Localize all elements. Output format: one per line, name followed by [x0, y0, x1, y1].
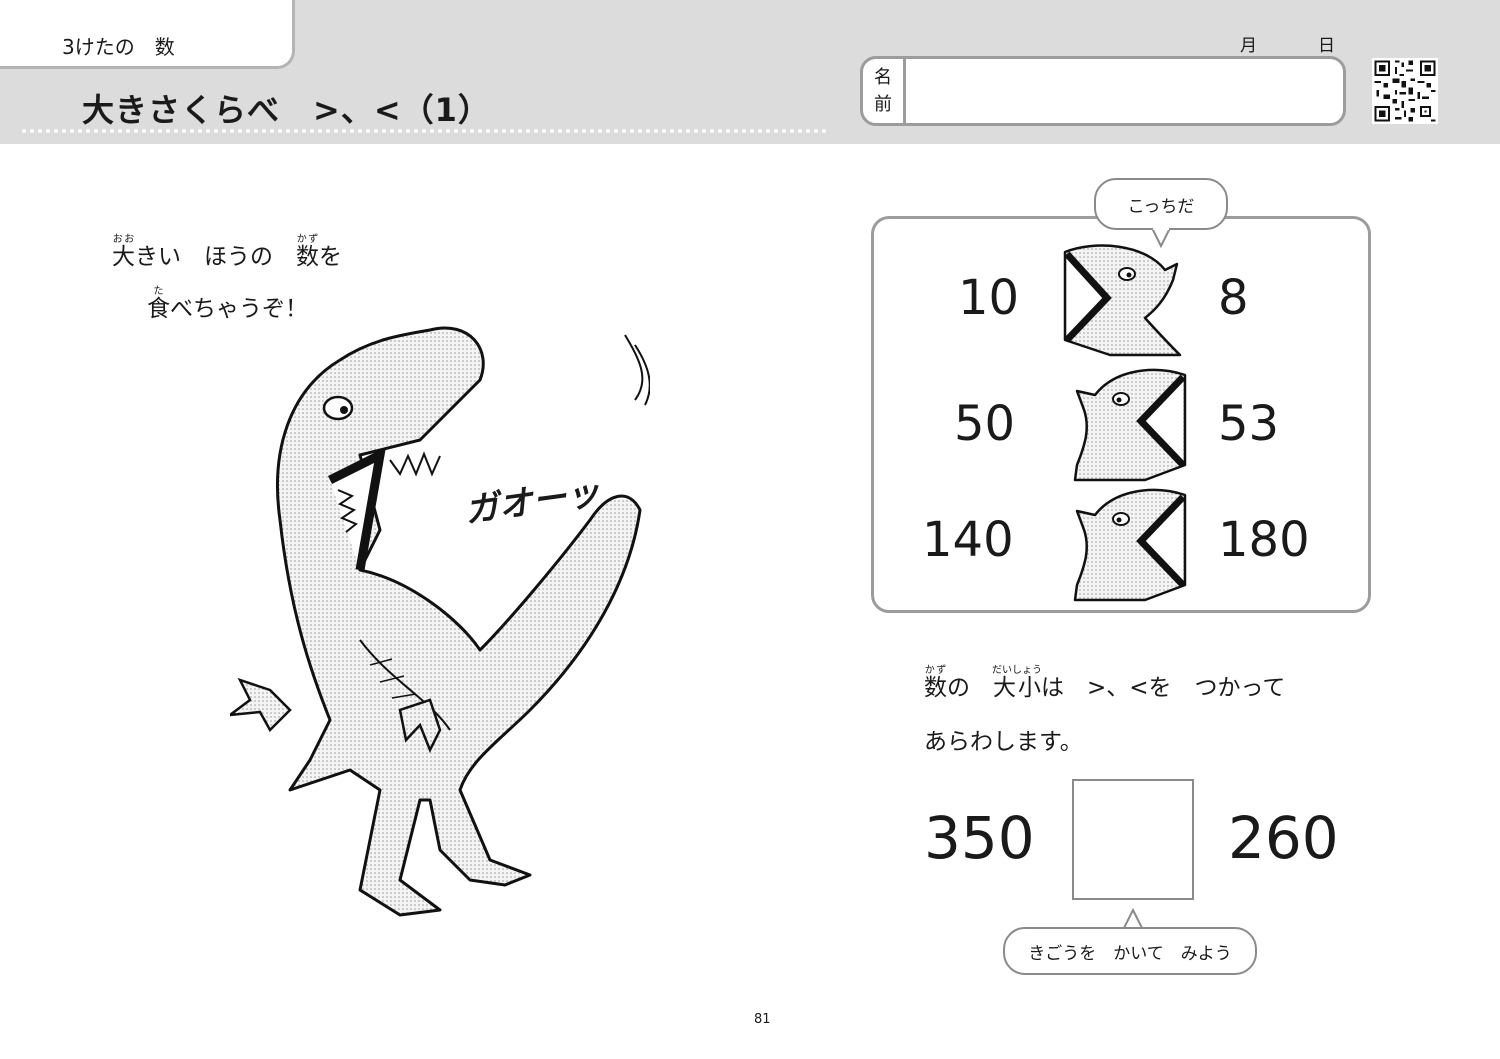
intro-ruby: 大おお: [112, 234, 135, 270]
dinosaur-illustration: [230, 326, 650, 917]
name-label-char: 前: [874, 94, 892, 115]
dino-head-greater-than-icon: [1063, 244, 1182, 357]
rule-ruby: 大小だいしょう: [992, 665, 1042, 701]
dino-head-less-than-icon: [1073, 488, 1187, 602]
rule-ruby: 数かず: [924, 665, 947, 701]
exercise-right-number: 260: [1228, 804, 1339, 872]
speech-bubble-kocchida: こっちだ: [1094, 178, 1228, 230]
example-left-number: 50: [954, 396, 1016, 452]
example-right-number: 8: [1218, 270, 1249, 326]
qr-code-icon[interactable]: [1372, 58, 1438, 124]
name-field[interactable]: 名 前: [860, 56, 1346, 126]
title-dotted-rule: [22, 129, 827, 133]
example-left-number: 10: [958, 270, 1020, 326]
example-right-number: 53: [1218, 396, 1280, 452]
intro-text: を: [319, 244, 342, 270]
exercise-left-number: 350: [924, 804, 1035, 872]
intro-line-1: 大おおきい ほうの 数かずを: [112, 234, 342, 271]
speech-bubble-hint: きごうを かいて みよう: [1003, 927, 1257, 975]
intro-text: きい ほうの: [135, 244, 296, 270]
dino-head-less-than-icon: [1073, 368, 1187, 482]
example-right-number: 180: [1218, 512, 1310, 568]
rule-text: は >、<を つかって: [1041, 675, 1286, 701]
example-left-number: 140: [922, 512, 1014, 568]
rule-text: の: [947, 675, 993, 701]
intro-line-2: 食たべちゃうぞ！: [147, 286, 308, 323]
intro-ruby: 食た: [147, 286, 170, 322]
unit-label: 3けたの 数: [62, 35, 175, 59]
page-number: 81: [754, 1012, 771, 1027]
rule-line-1: 数かずの 大小だいしょうは >、<を つかって: [924, 665, 1285, 702]
date-day-label: 日: [1318, 36, 1335, 56]
name-label: 名 前: [863, 59, 906, 123]
name-label-char: 名: [874, 67, 892, 88]
intro-ruby: 数かず: [296, 234, 319, 270]
rule-line-2: あらわします。: [924, 729, 1083, 755]
date-month-label: 月: [1240, 36, 1257, 56]
intro-text: べちゃうぞ！: [170, 296, 308, 322]
page-title: 大きさくらべ >、<（1）: [82, 91, 491, 129]
answer-box[interactable]: [1072, 779, 1194, 900]
